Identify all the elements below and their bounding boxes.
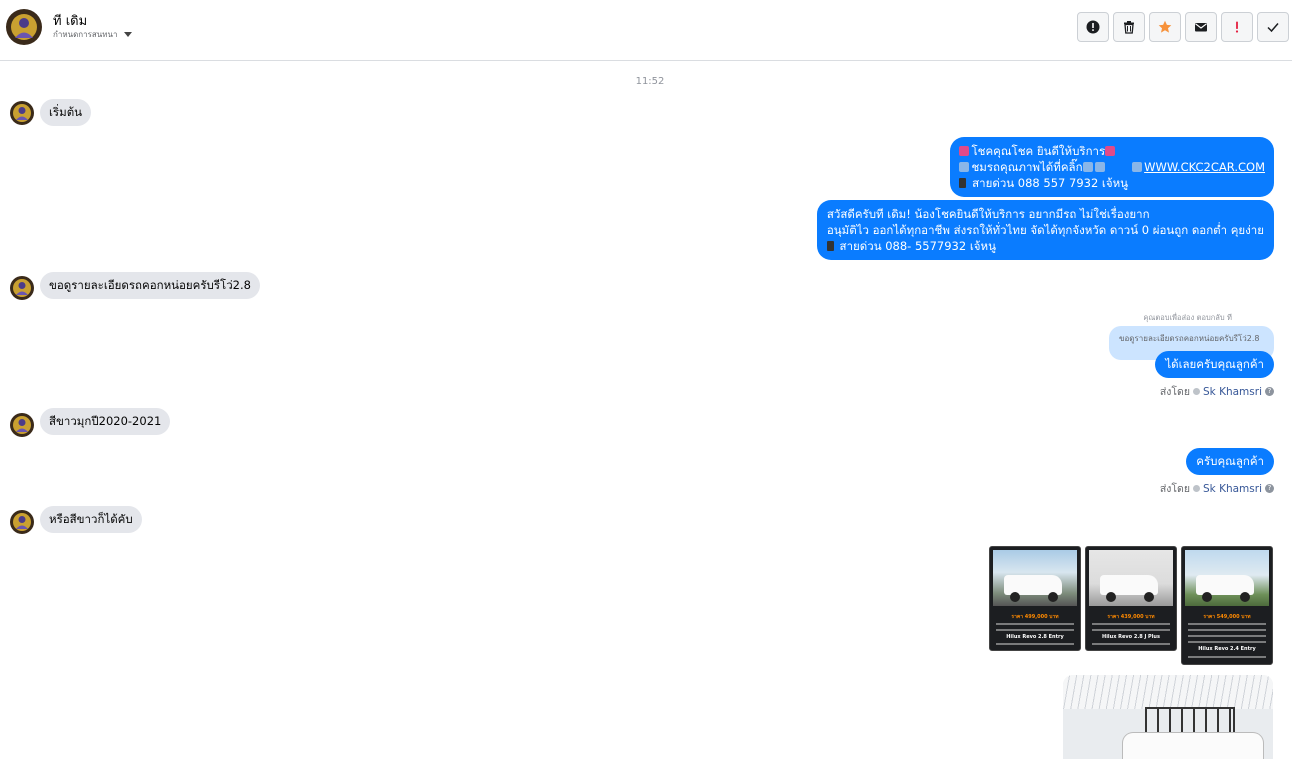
down-arrow-emoji-icon [1082, 162, 1093, 172]
car-listing-image[interactable]: ราคา 549,000 บาท Hilux Revo 2.4 Entry [1181, 546, 1273, 665]
incoming-message[interactable]: สีขาวมุกปี2020-2021 [40, 408, 171, 435]
delete-button[interactable] [1113, 12, 1145, 42]
reply-context-label: คุณตอบเพื่อส่อง ตอบกลับ ที [1143, 312, 1232, 324]
outgoing-text: อนุมัติไว ออกได้ทุกอาชีพ ส่งรถให้ทั่วไทย… [826, 223, 1264, 237]
listing-detail-line [996, 629, 1074, 631]
outgoing-message-line: ชมรถคุณภาพได้ที่คลิ๊ก WWW.CKC2CAR.COM [959, 159, 1265, 175]
outgoing-message-line: สายด่วน 088- 5577932 เจ้หนู [826, 238, 1264, 254]
listing-detail-line [1188, 623, 1266, 625]
listing-detail-line [996, 623, 1074, 625]
outgoing-message[interactable]: สวัสดีครับที เดิม! น้องโชคยินดีให้บริการ… [816, 200, 1274, 260]
star-icon [1158, 20, 1172, 33]
listing-model: Hilux Revo 2.8 J Plus [1102, 634, 1160, 640]
info-button[interactable] [1077, 12, 1109, 42]
incoming-message[interactable]: หรือสีขาวก็ได้คับ [40, 506, 142, 533]
phone-emoji-icon [826, 241, 834, 251]
outgoing-text: สวัสดีครับที เดิม! น้องโชคยินดีให้บริการ… [826, 207, 1150, 221]
wheel-shape [1106, 592, 1116, 602]
sparkle-emoji-icon [1105, 146, 1116, 156]
car-listing-image[interactable]: ราคา 439,000 บาท Hilux Revo 2.8 J Plus [1085, 546, 1177, 651]
sent-by-label: ส่งโดย [1159, 386, 1190, 398]
listing-detail-line [1188, 635, 1266, 637]
help-icon[interactable]: ? [1265, 484, 1274, 493]
sent-by-label: ส่งโดย [1159, 483, 1190, 495]
truck-photo-image[interactable] [1063, 675, 1273, 759]
contact-avatar-small[interactable] [10, 276, 34, 300]
sender-name-link[interactable]: Sk Khamsri [1203, 483, 1262, 495]
outgoing-message[interactable]: โชคคุณโชค ยินดีให้บริการ ชมรถคุณภาพได้ที… [950, 137, 1274, 197]
contact-avatar-small[interactable] [10, 101, 34, 125]
website-link[interactable]: WWW.CKC2CAR.COM [1144, 160, 1265, 174]
outgoing-text: สายด่วน 088- 5577932 เจ้หนู [839, 239, 996, 253]
check-icon [1267, 23, 1279, 33]
listing-detail-line [1092, 623, 1170, 625]
info-icon [1086, 20, 1100, 34]
help-icon[interactable]: ? [1265, 387, 1274, 396]
wheel-shape [1048, 592, 1058, 602]
listing-price: ราคา 499,000 บาท [1011, 614, 1059, 620]
phone-emoji-icon [959, 178, 967, 188]
conversation-settings-dropdown[interactable]: กำหนดการสนทนา [53, 28, 132, 41]
sent-by-indicator: ส่งโดย Sk Khamsri ? [1160, 480, 1274, 497]
caret-down-icon [123, 32, 132, 37]
down-arrow-emoji-icon [1094, 162, 1105, 172]
incoming-message[interactable]: เริ่มต้น [40, 99, 92, 126]
outgoing-message[interactable]: ครับคุณลูกค้า [1186, 448, 1274, 475]
mark-done-button[interactable] [1257, 12, 1289, 42]
car-listing-image[interactable]: ราคา 499,000 บาท Hilux Revo 2.8 Entry [989, 546, 1081, 651]
reply-target-label: ตอบกลับ ที [1196, 313, 1232, 322]
listing-price: ราคา 549,000 บาท [1203, 614, 1251, 620]
outgoing-message-line: โชคคุณโชค ยินดีให้บริการ [959, 143, 1265, 159]
alert-icon [1235, 21, 1239, 33]
trash-icon [1124, 21, 1134, 34]
contact-avatar-small[interactable] [10, 413, 34, 437]
status-dot-icon [1193, 485, 1200, 492]
listing-detail-line [1188, 641, 1266, 643]
conversation-header: ที เดิม กำหนดการสนทนา [0, 0, 1292, 61]
listing-model: Hilux Revo 2.8 Entry [1006, 634, 1064, 640]
outgoing-message[interactable]: ได้เลยครับคุณลูกค้า [1155, 351, 1274, 378]
listing-price: ราคา 439,000 บาท [1107, 614, 1155, 620]
wheel-shape [1010, 592, 1020, 602]
wheel-shape [1144, 592, 1154, 602]
status-dot-icon [1193, 388, 1200, 395]
play-emoji-icon [959, 162, 970, 172]
listing-detail-line [1188, 629, 1266, 631]
contact-avatar[interactable] [6, 9, 42, 45]
contact-avatar-small[interactable] [10, 510, 34, 534]
pickup-truck-image [1123, 733, 1263, 759]
spam-button[interactable] [1221, 12, 1253, 42]
wheel-shape [1202, 592, 1212, 602]
listing-detail-line [1188, 656, 1266, 658]
outgoing-text: สายด่วน 088 557 7932 เจ้หนู [972, 176, 1129, 190]
outgoing-message-line: สายด่วน 088 557 7932 เจ้หนู [959, 175, 1265, 191]
listing-detail-line [1092, 629, 1170, 631]
reply-sender-label: คุณตอบเพื่อส่อง [1143, 313, 1195, 322]
mark-unread-button[interactable] [1185, 12, 1217, 42]
play-emoji-icon [1132, 162, 1143, 172]
wheel-shape [1240, 592, 1250, 602]
toolbar [1077, 12, 1289, 42]
sent-by-indicator: ส่งโดย Sk Khamsri ? [1160, 383, 1274, 400]
outgoing-text: ชมรถคุณภาพได้ที่คลิ๊ก [971, 160, 1083, 174]
conversation-settings-label: กำหนดการสนทนา [53, 30, 118, 39]
garage-ceiling [1063, 675, 1273, 709]
listing-detail-line [1092, 643, 1170, 645]
mail-icon [1195, 23, 1207, 32]
listing-detail-line [996, 643, 1074, 645]
listing-model: Hilux Revo 2.4 Entry [1198, 646, 1256, 652]
sparkle-emoji-icon [959, 146, 970, 156]
incoming-message[interactable]: ขอดูรายละเอียดรถคอกหน่อยครับรีโว่2.8 [40, 272, 260, 299]
outgoing-text: โชคคุณโชค ยินดีให้บริการ [971, 144, 1106, 158]
sender-name-link[interactable]: Sk Khamsri [1203, 386, 1262, 398]
message-timestamp: 11:52 [635, 76, 665, 87]
star-button[interactable] [1149, 12, 1181, 42]
